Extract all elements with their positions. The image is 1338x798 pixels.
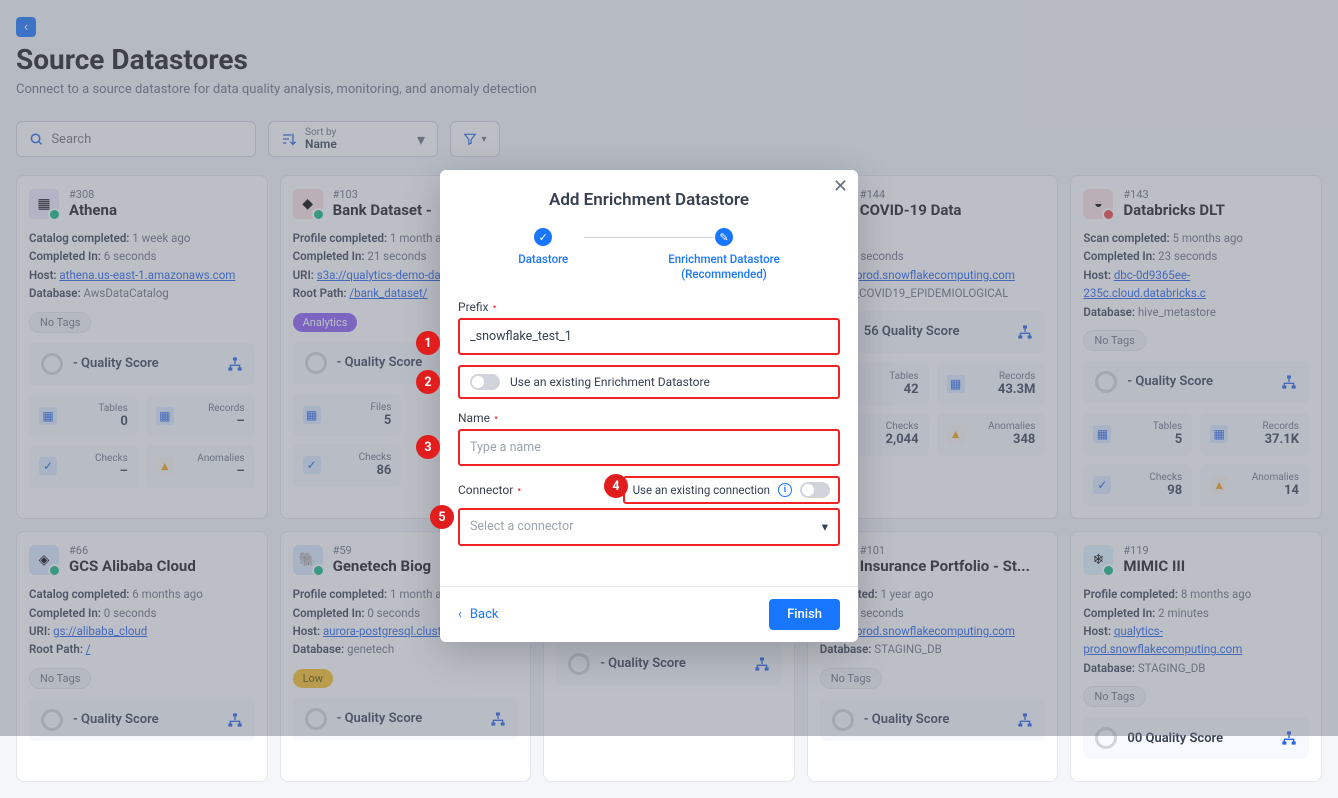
check-icon: ✓: [534, 228, 552, 246]
back-button[interactable]: ‹ Back: [458, 607, 498, 622]
callout-1: 1: [416, 331, 440, 355]
use-existing-datastore-toggle-row[interactable]: Use an existing Enrichment Datastore: [458, 365, 840, 399]
prefix-input[interactable]: [458, 318, 840, 355]
callout-4: 4: [604, 474, 628, 498]
connector-label: Connector•: [458, 483, 521, 497]
name-label: Name•: [458, 411, 840, 425]
modal-title: Add Enrichment Datastore: [440, 170, 858, 222]
name-input[interactable]: [458, 429, 840, 466]
callout-2: 2: [416, 370, 440, 394]
prefix-label: Prefix•: [458, 300, 840, 314]
finish-button[interactable]: Finish: [769, 599, 840, 630]
info-icon: i: [778, 483, 792, 497]
step-datastore[interactable]: ✓ Datastore: [518, 228, 568, 282]
use-existing-connection-toggle-row[interactable]: Use an existing connection i: [623, 476, 840, 504]
toggle-switch[interactable]: [800, 482, 830, 498]
close-button[interactable]: ✕: [833, 178, 848, 196]
toggle-switch[interactable]: [470, 374, 500, 390]
callout-3: 3: [416, 435, 440, 459]
connector-select[interactable]: Select a connector ▾: [458, 508, 840, 546]
add-enrichment-datastore-modal: ✕ Add Enrichment Datastore ✓ Datastore ✎…: [440, 170, 858, 642]
step-connector-line: [584, 237, 714, 238]
chevron-left-icon: ‹: [458, 607, 462, 622]
pencil-icon: ✎: [715, 228, 733, 246]
chevron-down-icon: ▾: [822, 519, 828, 535]
callout-5: 5: [430, 505, 454, 529]
